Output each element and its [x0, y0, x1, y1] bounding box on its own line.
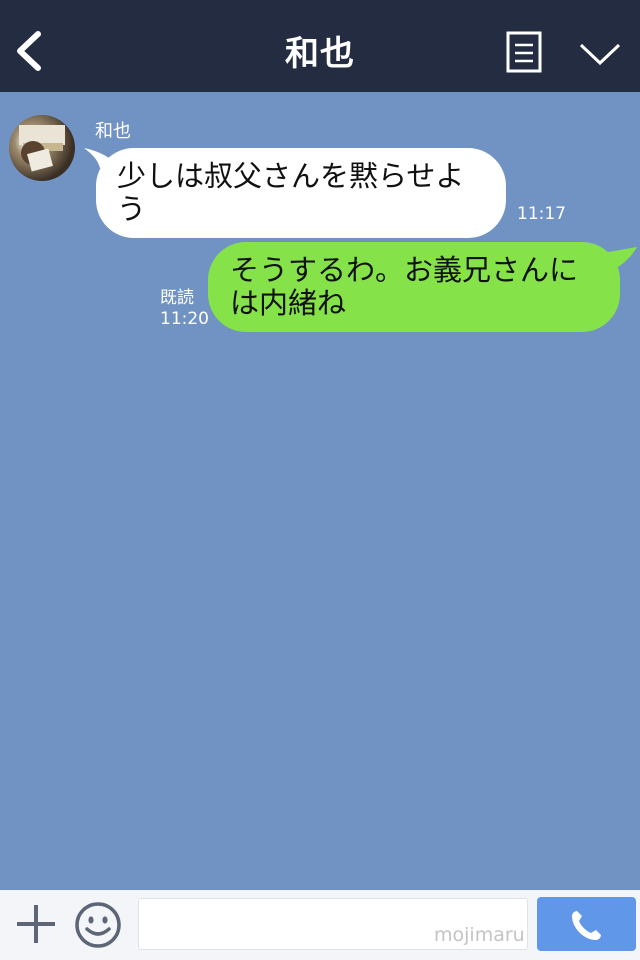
watermark-text: mojimaru — [434, 924, 525, 946]
incoming-message-bubble[interactable]: 少しは叔父さんを黙らせよう — [96, 148, 506, 238]
read-label: 既読 — [160, 288, 194, 308]
avatar-photo-icon — [19, 125, 65, 172]
add-button[interactable] — [14, 902, 58, 946]
chat-header: 和也 — [0, 0, 640, 92]
phone-icon — [572, 911, 601, 940]
smiley-icon — [75, 902, 121, 948]
emoji-button[interactable] — [74, 901, 122, 949]
call-button[interactable] — [537, 897, 636, 951]
sender-name: 和也 — [95, 121, 131, 142]
input-bar: mojimaru — [0, 890, 640, 960]
outgoing-message-time: 11:20 — [160, 309, 209, 329]
message-area[interactable]: 和也 少しは叔父さんを黙らせよう 11:17 そうするわ。お義兄さんには内緒ね … — [0, 92, 640, 890]
read-receipt: 既読 11:20 — [160, 288, 209, 330]
sender-avatar[interactable] — [9, 115, 75, 181]
incoming-message-time: 11:17 — [517, 204, 566, 224]
chevron-down-icon — [579, 43, 621, 66]
outgoing-message-bubble[interactable]: そうするわ。お義兄さんには内緒ね — [208, 242, 620, 332]
memo-button[interactable] — [506, 31, 542, 73]
menu-toggle-button[interactable] — [578, 40, 622, 68]
plus-icon — [17, 905, 55, 943]
document-list-icon — [506, 31, 542, 73]
chat-title: 和也 — [285, 34, 355, 74]
